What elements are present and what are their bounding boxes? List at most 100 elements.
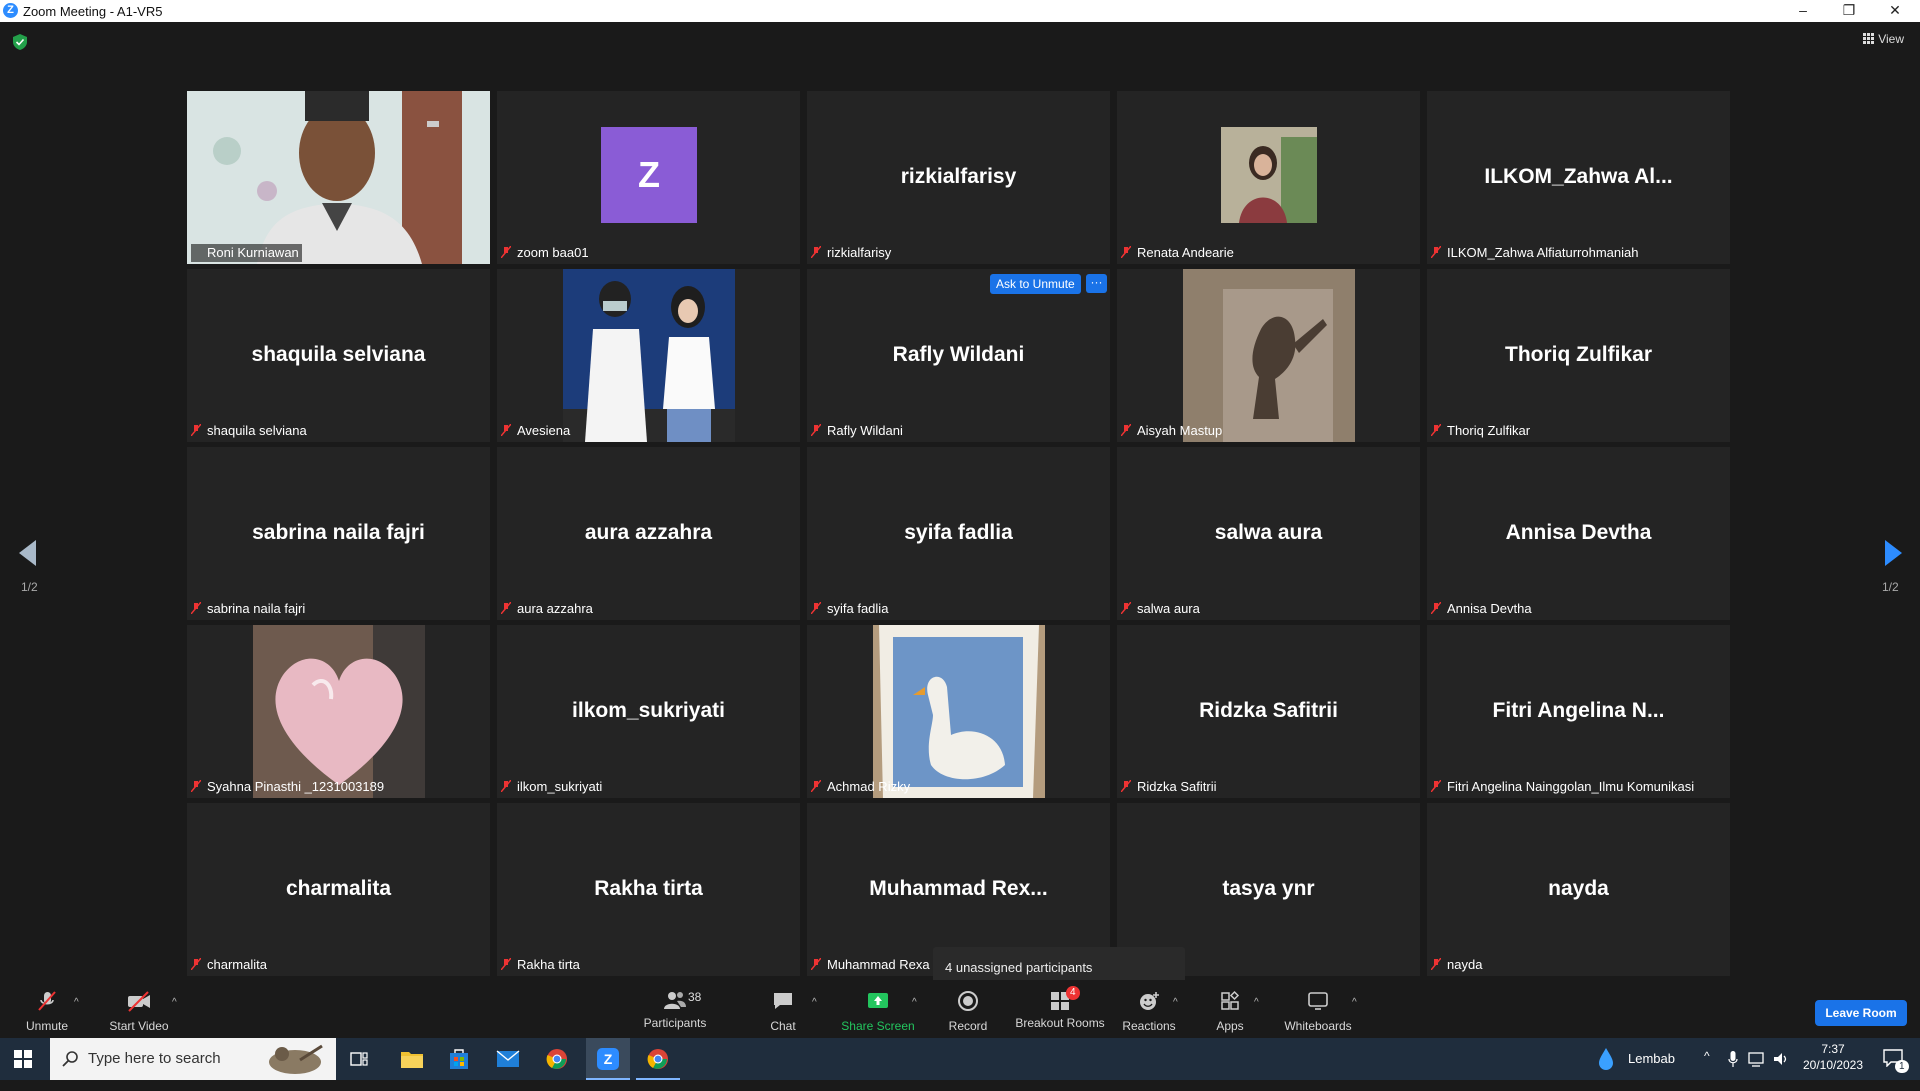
- participant-display-name: ILKOM_Zahwa Al...: [1484, 165, 1673, 188]
- whiteboards-button[interactable]: Whiteboards: [1282, 990, 1354, 1033]
- windows-start-icon[interactable]: [14, 1050, 32, 1068]
- participant-tile[interactable]: Renata Andearie: [1117, 91, 1420, 264]
- previous-page-arrow-icon[interactable]: [19, 540, 37, 566]
- participant-name-label: Rafly Wildani: [827, 423, 903, 438]
- restore-button[interactable]: ❐: [1826, 0, 1872, 22]
- participant-video: [187, 91, 490, 264]
- participant-tile[interactable]: Fitri Angelina N... Fitri Angelina Naing…: [1427, 625, 1730, 798]
- windows-taskbar: Type here to search Z Lembab ^ 7:37 20/1…: [0, 1038, 1920, 1080]
- participant-tile[interactable]: rizkialfarisy rizkialfarisy: [807, 91, 1110, 264]
- participant-tile[interactable]: Aisyah Mastup: [1117, 269, 1420, 442]
- next-page-arrow-icon[interactable]: [1884, 540, 1902, 566]
- apps-label: Apps: [1216, 1019, 1244, 1033]
- chrome-taskbar-button[interactable]: [636, 1038, 680, 1080]
- clock[interactable]: 7:37 20/10/2023: [1800, 1038, 1866, 1080]
- minimize-button[interactable]: –: [1780, 0, 1826, 22]
- search-placeholder: Type here to search: [88, 1050, 221, 1067]
- participant-tile[interactable]: Syahna Pinasthi _1231003189: [187, 625, 490, 798]
- participant-profile-photo: [253, 625, 425, 798]
- participant-name-label: charmalita: [207, 957, 267, 972]
- participant-tile[interactable]: aura azzahra aura azzahra: [497, 447, 800, 620]
- microsoft-store-icon[interactable]: [448, 1048, 470, 1070]
- chat-options-caret-icon[interactable]: ^: [812, 997, 817, 1008]
- share-screen-label: Share Screen: [841, 1019, 915, 1033]
- participant-tile[interactable]: Roni Kurniawan: [187, 91, 490, 264]
- participant-tile[interactable]: ILKOM_Zahwa Al... ILKOM_Zahwa Alfiaturro…: [1427, 91, 1730, 264]
- window-titlebar: Z Zoom Meeting - A1-VR5 – ❐ ✕: [0, 0, 1920, 22]
- reactions-options-caret-icon[interactable]: ^: [1173, 997, 1178, 1008]
- participant-tile[interactable]: Achmad Rizky: [807, 625, 1110, 798]
- participant-tile[interactable]: nayda nayda: [1427, 803, 1730, 976]
- participant-name-label: Renata Andearie: [1137, 245, 1234, 260]
- participant-name-label: salwa aura: [1137, 601, 1200, 616]
- participant-name-label: syifa fadlia: [827, 601, 889, 616]
- video-options-caret-icon[interactable]: ^: [172, 997, 177, 1008]
- participant-tile[interactable]: Ask to Unmute ··· Rafly Wildani Rafly Wi…: [807, 269, 1110, 442]
- whiteboard-icon: [1308, 992, 1328, 1010]
- close-button[interactable]: ✕: [1872, 0, 1918, 22]
- breakout-rooms-button[interactable]: 4 Breakout Rooms: [1012, 986, 1108, 1030]
- zoom-taskbar-button[interactable]: Z: [586, 1038, 630, 1080]
- water-drop-icon: [1599, 1048, 1613, 1070]
- window-title: Zoom Meeting - A1-VR5: [23, 4, 163, 19]
- show-hidden-icons-chevron-icon[interactable]: ^: [1704, 1049, 1710, 1091]
- participant-tile[interactable]: syifa fadlia syifa fadlia: [807, 447, 1110, 620]
- participant-name-label: Thoriq Zulfikar: [1447, 423, 1531, 438]
- notification-center-button[interactable]: 1: [1880, 1038, 1910, 1080]
- participant-tile[interactable]: Avesiena: [497, 269, 800, 442]
- volume-icon[interactable]: [1772, 1050, 1790, 1068]
- taskbar-search-box[interactable]: Type here to search: [50, 1038, 336, 1080]
- notification-count-badge: 1: [1895, 1060, 1909, 1073]
- participant-display-name: charmalita: [285, 877, 392, 900]
- participant-name-label: Avesiena: [517, 423, 571, 438]
- participant-display-name: Fitri Angelina N...: [1492, 699, 1665, 722]
- participant-display-name: Rakha tirta: [594, 877, 703, 900]
- security-shield-icon[interactable]: [13, 34, 27, 50]
- ask-to-unmute-button[interactable]: Ask to Unmute: [990, 274, 1081, 294]
- mail-icon[interactable]: [496, 1049, 520, 1069]
- zoom-logo-icon: Z: [3, 3, 18, 18]
- chat-button[interactable]: Chat: [763, 990, 803, 1033]
- participant-name-label: nayda: [1447, 957, 1483, 972]
- page-indicator-right: 1/2: [1882, 580, 1899, 594]
- reactions-button[interactable]: Reactions: [1120, 990, 1178, 1033]
- view-button[interactable]: View: [1863, 32, 1904, 46]
- share-options-caret-icon[interactable]: ^: [912, 997, 917, 1008]
- participant-name-label: aura azzahra: [517, 601, 593, 616]
- apps-button[interactable]: Apps: [1213, 990, 1247, 1033]
- participant-tile[interactable]: Rakha tirta Rakha tirta: [497, 803, 800, 976]
- participant-tile[interactable]: Annisa Devtha Annisa Devtha: [1427, 447, 1730, 620]
- participant-tile[interactable]: salwa aura salwa aura: [1117, 447, 1420, 620]
- participant-tile[interactable]: Z zoom baa01: [497, 91, 800, 264]
- record-button[interactable]: Record: [944, 990, 992, 1033]
- participant-display-name: shaquila selviana: [251, 343, 426, 366]
- chrome-icon[interactable]: [546, 1048, 568, 1070]
- audio-options-caret-icon[interactable]: ^: [74, 997, 79, 1008]
- task-view-icon[interactable]: [350, 1050, 368, 1068]
- participant-tile[interactable]: ilkom_sukriyati ilkom_sukriyati: [497, 625, 800, 798]
- share-screen-button[interactable]: Share Screen: [838, 990, 918, 1033]
- whiteboards-options-caret-icon[interactable]: ^: [1352, 997, 1357, 1008]
- apps-options-caret-icon[interactable]: ^: [1254, 997, 1259, 1008]
- microphone-tray-icon[interactable]: [1728, 1050, 1738, 1068]
- clock-date: 20/10/2023: [1802, 1058, 1864, 1072]
- participant-tile[interactable]: sabrina naila fajri sabrina naila fajri: [187, 447, 490, 620]
- zoom-app-icon: Z: [597, 1048, 619, 1070]
- unmute-label: Unmute: [25, 1019, 69, 1033]
- more-options-button[interactable]: ···: [1086, 274, 1107, 293]
- participant-tile[interactable]: shaquila selviana shaquila selviana: [187, 269, 490, 442]
- participant-name-label: rizkialfarisy: [827, 245, 892, 260]
- search-highlight-image-icon: [269, 1044, 323, 1074]
- start-video-button[interactable]: Start Video: [106, 990, 172, 1033]
- participant-display-name: salwa aura: [1214, 521, 1323, 544]
- participant-name-label: Roni Kurniawan: [191, 244, 302, 262]
- participant-tile[interactable]: charmalita charmalita: [187, 803, 490, 976]
- unmute-button[interactable]: Unmute: [22, 990, 72, 1033]
- file-explorer-icon[interactable]: [400, 1048, 424, 1070]
- participant-tile[interactable]: Ridzka Safitrii Ridzka Safitrii: [1117, 625, 1420, 798]
- participant-display-name: Muhammad Rex...: [869, 877, 1048, 900]
- leave-room-button[interactable]: Leave Room: [1815, 1000, 1907, 1026]
- participant-tile[interactable]: Thoriq Zulfikar Thoriq Zulfikar: [1427, 269, 1730, 442]
- network-icon[interactable]: [1748, 1050, 1766, 1068]
- participants-button[interactable]: 38 Participants: [640, 990, 710, 1030]
